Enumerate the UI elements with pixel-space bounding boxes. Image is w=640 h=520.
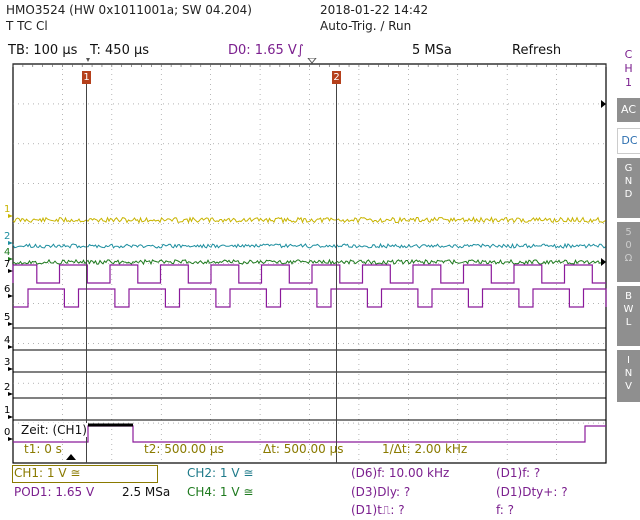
measurement-frequency: f: ? [496, 503, 515, 517]
trigger-time-readout[interactable]: T: 450 µs [90, 43, 149, 58]
sample-rate-readout: 5 MSa [412, 43, 452, 58]
coupling-ac-button[interactable]: AC [617, 98, 640, 122]
right-edge-marker-top [601, 100, 606, 108]
ch1-scale[interactable]: CH1: 1 V ≅ [14, 466, 80, 480]
cursor-delta-readout: Δt: 500.00 µs [263, 442, 344, 456]
datetime: 2018-01-22 14:42 [320, 3, 429, 17]
channel-label-5: 5 [4, 312, 11, 323]
cursor-1-marker[interactable]: 1 [82, 71, 91, 84]
ch2-scale[interactable]: CH2: 1 V ≅ [187, 466, 253, 480]
measurement-d1-frequency: (D1)f: ? [496, 466, 541, 480]
impedance-50-ohm-button[interactable]: 50Ω [617, 222, 640, 282]
pod-sample-rate: 2.5 MSa [122, 485, 171, 499]
oscilloscope-screen: HMO3524 (HW 0x1011001a; SW 04.204) T TC … [0, 0, 640, 520]
ch4-scale[interactable]: CH4: 1 V ≅ [187, 485, 253, 499]
measurement-d1-pulse-width: (D1)t⎍: ? [351, 503, 405, 517]
device-model: HMO3524 (HW 0x1011001a; SW 04.204) [6, 3, 252, 17]
trigger-level-readout[interactable]: D0: 1.65 V [228, 43, 297, 58]
channel-label-6: 4 [4, 335, 11, 346]
cursor-source-label: Zeit: (CH1) [21, 423, 87, 437]
cursor-frequency-readout: 1/Δt: 2.00 kHz [382, 442, 468, 456]
timebase-readout[interactable]: TB: 100 µs [8, 43, 77, 58]
channel-label-0: 1 [4, 204, 11, 215]
channel-menu-title: CH1 [617, 48, 640, 92]
cursor-t1-readout: t1: 0 s [24, 442, 62, 456]
waveform-display [8, 58, 607, 464]
channel-label-4: 6 [4, 284, 11, 295]
acquisition-mode[interactable]: Refresh [512, 43, 561, 58]
channel-label-2: 4 [4, 247, 11, 258]
channel-label-7: 3 [4, 357, 11, 368]
trigger-status: Auto-Trig. / Run [320, 19, 412, 33]
cursor-2-marker[interactable]: 2 [332, 71, 341, 84]
channel-label-1: 2 [4, 231, 11, 242]
mode-indicator: T TC Cl [6, 19, 48, 33]
rising-edge-icon: ∫ [297, 43, 304, 58]
channel-label-9: 1 [4, 405, 11, 416]
cursor-t2-readout: t2: 500.00 µs [144, 442, 224, 456]
channel-label-10: 0 [4, 427, 11, 438]
coupling-gnd-button[interactable]: GND [617, 158, 640, 218]
coupling-dc-button[interactable]: DC [617, 128, 640, 154]
right-edge-marker [601, 258, 606, 266]
pod1-threshold[interactable]: POD1: 1.65 V [14, 485, 94, 499]
ch4-trace [12, 258, 606, 266]
bottom-trigger-marker [66, 454, 76, 460]
measurement-d1-duty: (D1)Dty+: ? [496, 485, 568, 499]
trigger-marker-outline [307, 58, 317, 64]
channel-label-8: 2 [4, 382, 11, 393]
channel-label-3: 7 [4, 259, 11, 270]
measurement-d6-frequency: (D6)f: 10.00 kHz [351, 466, 450, 480]
bandwidth-limit-button[interactable]: BWL [617, 286, 640, 346]
trigger-position-marker [86, 58, 90, 62]
measurement-d3-delay: (D3)Dly: ? [351, 485, 411, 499]
invert-button[interactable]: INV [617, 350, 640, 402]
